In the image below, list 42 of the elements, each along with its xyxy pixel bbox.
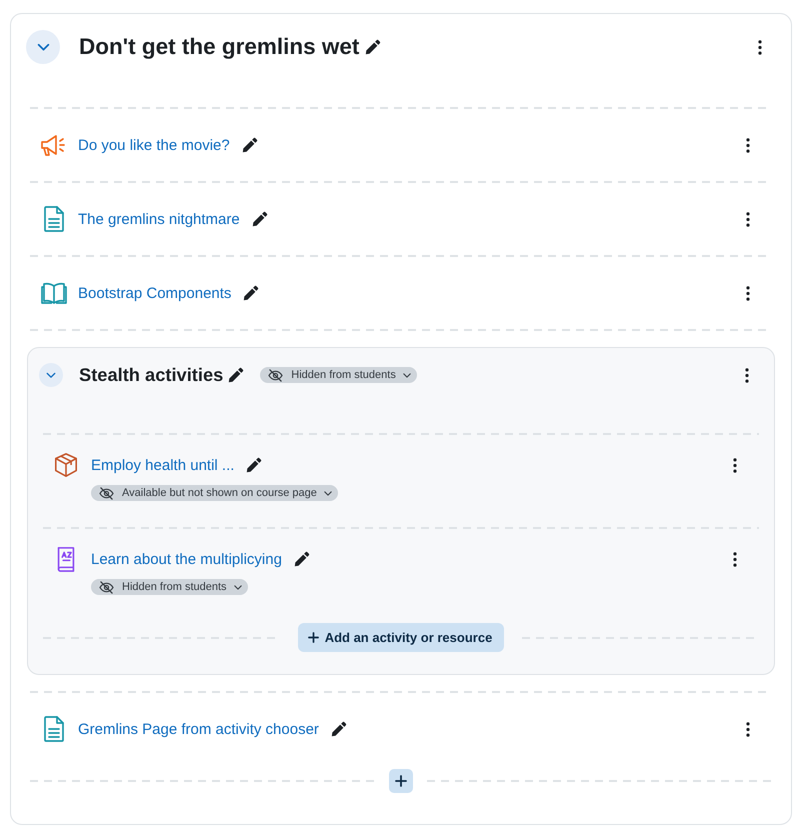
visibility-badge[interactable]: Hidden from students	[91, 579, 248, 595]
kebab-menu-icon	[745, 368, 749, 382]
visibility-badge[interactable]: Hidden from students	[260, 367, 417, 383]
eye-slash-icon	[99, 580, 114, 594]
caret-icon	[234, 584, 242, 590]
pencil-icon[interactable]	[330, 721, 347, 737]
kebab-menu-icon	[758, 40, 762, 54]
kebab-menu-icon	[746, 138, 750, 152]
pencil-icon[interactable]	[228, 367, 244, 383]
chevron-down-icon	[36, 42, 50, 52]
subsection-title: Stealth activities	[79, 364, 224, 386]
caret-icon	[324, 490, 332, 496]
add-section-button[interactable]	[389, 769, 413, 793]
kebab-menu-icon	[733, 458, 737, 472]
activity-link[interactable]: The gremlins nitghtmare	[78, 210, 240, 228]
eye-slash-icon	[268, 368, 284, 382]
package-box-icon	[53, 452, 79, 478]
activity-link[interactable]: Learn about the multiplicying	[91, 550, 282, 568]
pencil-icon[interactable]	[243, 285, 260, 301]
plus-icon	[308, 632, 319, 643]
pencil-icon[interactable]	[242, 137, 258, 153]
kebab-menu-icon	[746, 212, 750, 226]
activity-link[interactable]: Do you like the movie?	[78, 136, 230, 154]
collapse-button[interactable]	[26, 30, 60, 64]
plus-icon	[395, 775, 407, 787]
activity-link[interactable]: Employ health until ...	[91, 456, 234, 474]
activity-link[interactable]: Bootstrap Components	[78, 284, 232, 302]
caret-icon	[402, 372, 411, 378]
pencil-icon[interactable]	[365, 39, 382, 55]
collapse-button[interactable]	[39, 363, 63, 387]
chevron-down-icon	[46, 372, 56, 378]
kebab-menu-icon	[746, 286, 750, 300]
add-activity-button[interactable]: Add an activity or resource	[298, 623, 504, 652]
activity-link[interactable]: Gremlins Page from activity chooser	[78, 720, 319, 738]
kebab-menu-icon	[746, 722, 750, 736]
visibility-badge[interactable]: Available but not shown on course page	[91, 485, 338, 501]
kebab-menu-icon	[733, 552, 737, 566]
pencil-icon[interactable]	[294, 551, 310, 567]
pencil-icon[interactable]	[246, 457, 262, 473]
section-title: Don't get the gremlins wet	[79, 34, 360, 60]
eye-slash-icon	[99, 486, 114, 500]
pencil-icon[interactable]	[252, 211, 268, 227]
